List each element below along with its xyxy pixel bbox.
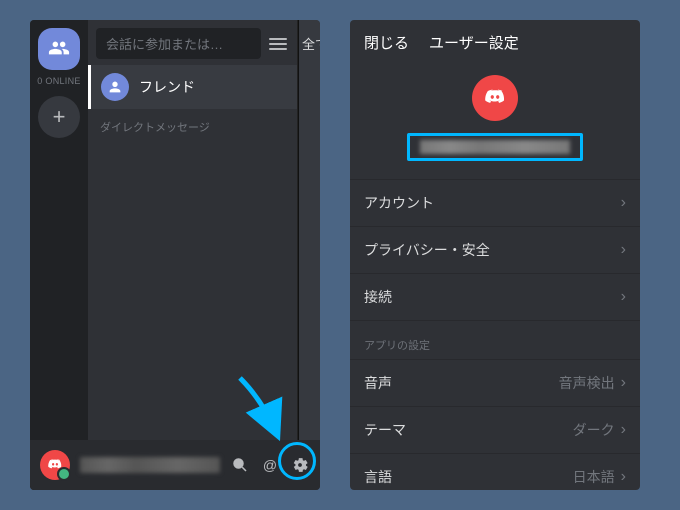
- online-count: 0 ONLINE: [37, 76, 80, 86]
- item-value: ダーク: [573, 420, 615, 440]
- home-screen: 0 ONLINE + 会話に参加または… フレンド ダイレクトメッセージ 全て …: [30, 20, 320, 490]
- profile-avatar[interactable]: [472, 75, 518, 121]
- settings-header: 閉じる ユーザー設定: [350, 20, 640, 65]
- search-input[interactable]: 会話に参加または…: [96, 28, 261, 59]
- sliver-tab: 全て: [299, 32, 320, 55]
- item-language[interactable]: 言語 日本語 ›: [350, 453, 640, 490]
- item-label: テーマ: [364, 420, 406, 440]
- chevron-right-icon: ›: [621, 288, 626, 306]
- profile-section: [350, 65, 640, 179]
- friend-icon: [101, 73, 129, 101]
- hamburger-icon[interactable]: [269, 38, 287, 50]
- friends-tab[interactable]: フレンド: [88, 65, 297, 109]
- close-button[interactable]: 閉じる: [364, 32, 409, 53]
- chevron-right-icon: ›: [621, 421, 626, 439]
- item-voice[interactable]: 音声 音声検出 ›: [350, 359, 640, 406]
- chevron-right-icon: ›: [621, 374, 626, 392]
- item-label: 接続: [364, 287, 392, 307]
- item-label: プライバシー・安全: [364, 240, 490, 260]
- header-row: 会話に参加または…: [88, 20, 297, 65]
- add-server-button[interactable]: +: [38, 96, 80, 138]
- guild-column: 0 ONLINE +: [30, 20, 88, 490]
- settings-title: ユーザー設定: [429, 32, 519, 53]
- content-sliver: 全て: [298, 20, 320, 490]
- chevron-right-icon: ›: [621, 468, 626, 486]
- search-icon[interactable]: [230, 455, 250, 475]
- people-icon: [48, 37, 70, 62]
- home-button[interactable]: [38, 28, 80, 70]
- username-redacted: [80, 457, 220, 473]
- dm-column: 会話に参加または… フレンド ダイレクトメッセージ: [88, 20, 298, 490]
- chevron-right-icon: ›: [621, 194, 626, 212]
- friends-label: フレンド: [139, 77, 195, 97]
- username-redacted: [420, 140, 570, 154]
- user-avatar[interactable]: [40, 450, 70, 480]
- username-highlight[interactable]: [407, 133, 583, 161]
- item-value: 日本語: [573, 467, 615, 487]
- item-connections[interactable]: 接続 ›: [350, 273, 640, 320]
- mentions-icon[interactable]: @: [260, 455, 280, 475]
- item-account[interactable]: アカウント ›: [350, 179, 640, 226]
- item-privacy[interactable]: プライバシー・安全 ›: [350, 226, 640, 273]
- item-label: 音声: [364, 373, 392, 393]
- bottom-bar: @: [30, 440, 320, 490]
- settings-screen: 閉じる ユーザー設定 アカウント › プライバシー・安全 › 接続 › アプリの…: [350, 20, 640, 490]
- chevron-right-icon: ›: [621, 241, 626, 259]
- item-label: 言語: [364, 467, 392, 487]
- settings-gear-icon[interactable]: [290, 455, 310, 475]
- item-theme[interactable]: テーマ ダーク ›: [350, 406, 640, 453]
- section-app-settings: アプリの設定: [350, 320, 640, 359]
- item-value: 音声検出: [559, 373, 615, 393]
- item-label: アカウント: [364, 193, 434, 213]
- dm-section-header: ダイレクトメッセージ: [88, 109, 297, 139]
